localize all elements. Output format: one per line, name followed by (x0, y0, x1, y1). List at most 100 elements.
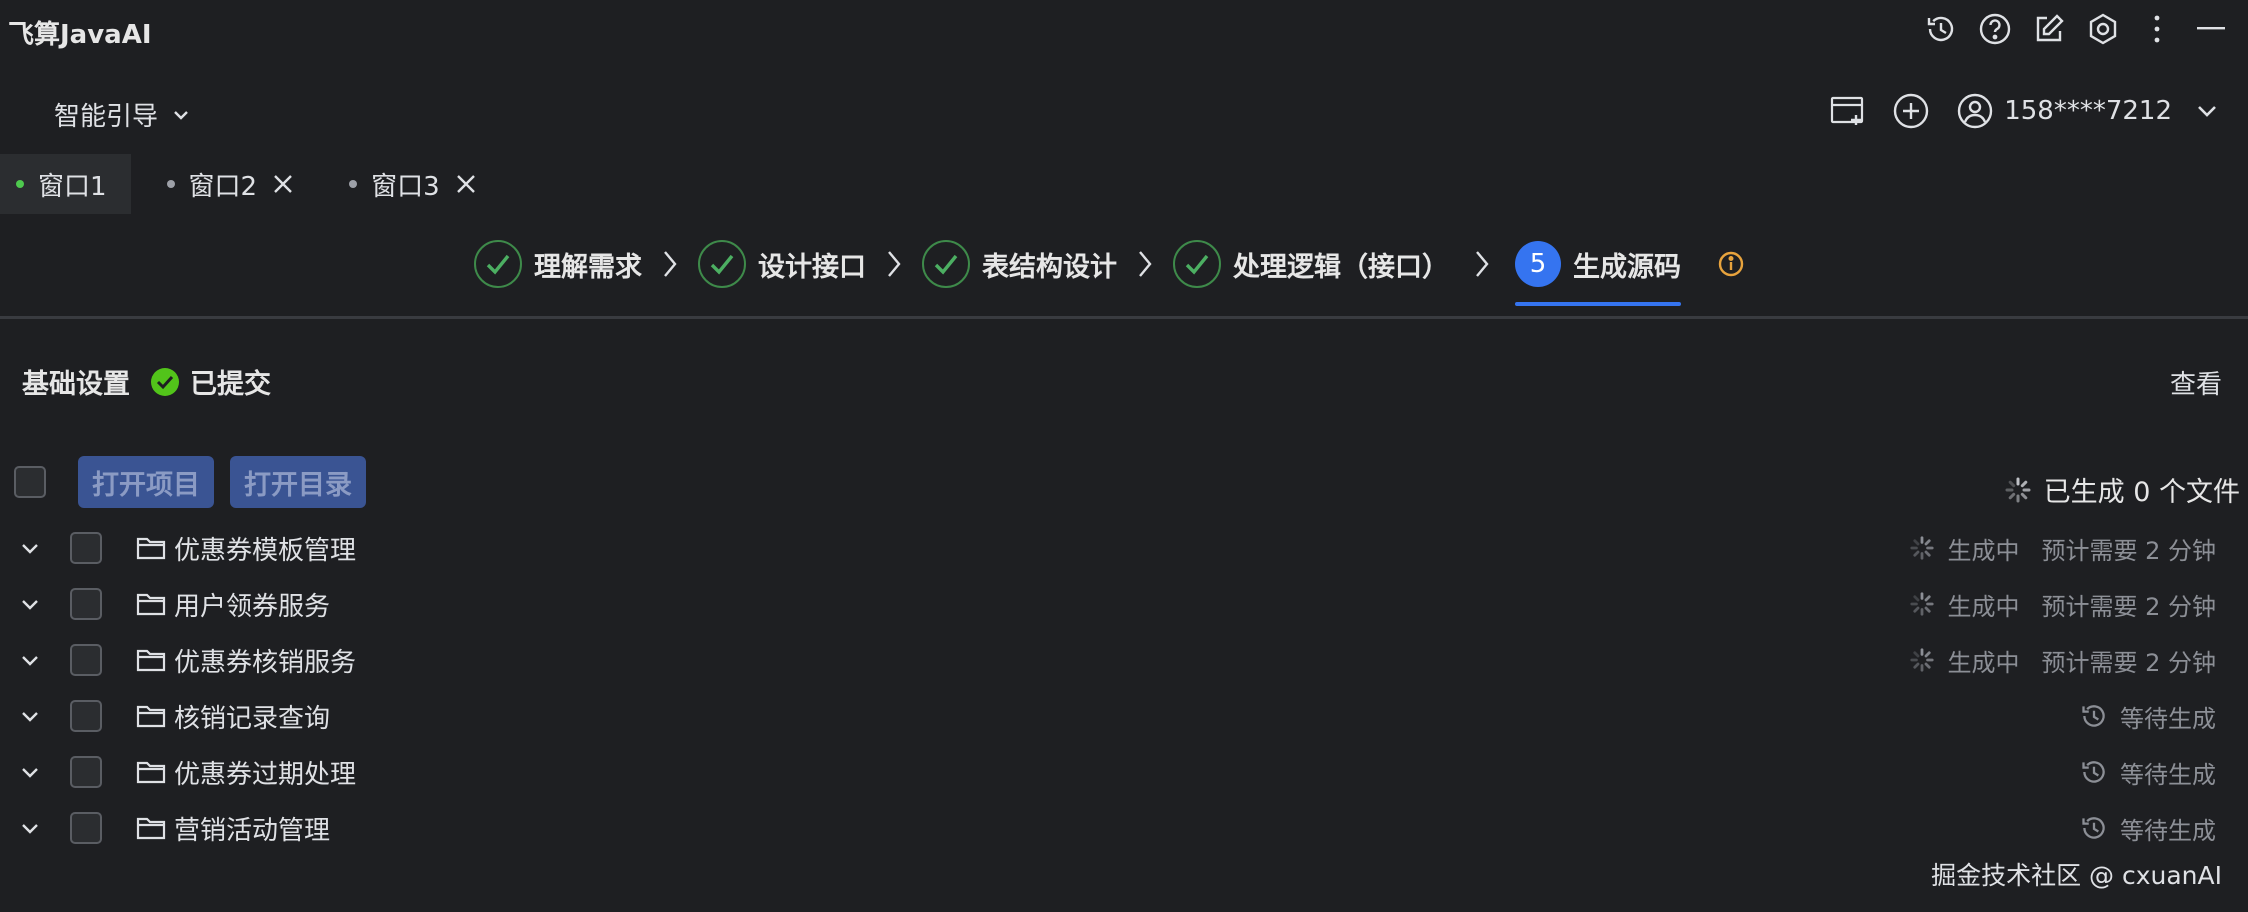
chevron-down-icon[interactable] (16, 702, 44, 730)
info-icon[interactable] (1717, 250, 1745, 278)
base-settings-header: 基础设置 已提交 (22, 362, 271, 401)
list-item[interactable]: 优惠券过期处理 等待生成 (0, 744, 2248, 800)
view-link[interactable]: 查看 (2170, 364, 2222, 401)
status-label: 等待生成 (2120, 760, 2216, 789)
step-understand-requirements[interactable]: 理解需求 (474, 236, 642, 292)
step-label: 设计接口 (758, 251, 866, 283)
generated-count-label: 已生成 0 个文件 (2043, 477, 2240, 508)
close-icon[interactable] (454, 172, 478, 196)
check-circle-icon (150, 367, 180, 397)
chevron-right-icon (642, 249, 698, 279)
chevron-down-icon[interactable] (16, 758, 44, 786)
help-icon[interactable] (1978, 12, 2012, 46)
open-project-button[interactable]: 打开项目 (78, 456, 214, 508)
check-icon (698, 240, 746, 288)
row-checkbox[interactable] (70, 700, 102, 732)
step-number: 5 (1515, 241, 1561, 287)
submitted-badge: 已提交 (150, 362, 271, 401)
add-icon[interactable] (1892, 92, 1930, 130)
module-status: 生成中 预计需要 2 分钟 (1909, 643, 2216, 678)
new-window-icon[interactable] (1830, 95, 1866, 127)
chevron-down-icon[interactable] (16, 814, 44, 842)
history-icon (2080, 702, 2108, 730)
row-checkbox[interactable] (70, 588, 102, 620)
module-name: 优惠券核销服务 (174, 647, 357, 678)
chevron-down-icon[interactable] (16, 646, 44, 674)
step-label: 理解需求 (534, 251, 642, 283)
list-item[interactable]: 核销记录查询 等待生成 (0, 688, 2248, 744)
row-checkbox[interactable] (70, 532, 102, 564)
more-icon[interactable] (2140, 12, 2174, 46)
status-label: 生成中 (1947, 592, 2020, 621)
minimize-icon[interactable] (2194, 12, 2228, 46)
close-icon[interactable] (271, 172, 295, 196)
spinner-icon (1909, 647, 1935, 673)
stepper-divider (0, 316, 2248, 319)
guide-dropdown[interactable]: 智能引导 (54, 96, 190, 133)
app-title: 飞算JavaAI (8, 20, 152, 50)
module-name: 优惠券模板管理 (174, 535, 357, 566)
status-label: 生成中 (1947, 536, 2020, 565)
spinner-icon (1909, 591, 1935, 617)
step-process-logic[interactable]: 处理逻辑（接口） (1173, 236, 1449, 292)
chevron-down-icon (172, 109, 190, 121)
chevron-down-icon[interactable] (16, 534, 44, 562)
check-icon (1173, 240, 1221, 288)
folder-icon (136, 647, 166, 673)
step-label: 表结构设计 (982, 251, 1117, 283)
settings-icon[interactable] (2086, 12, 2120, 46)
tab-label: 窗口3 (371, 171, 440, 202)
tab-label: 窗口1 (38, 171, 107, 202)
row-checkbox[interactable] (70, 644, 102, 676)
folder-icon (136, 591, 166, 617)
status-label: 等待生成 (2120, 816, 2216, 845)
module-name: 优惠券过期处理 (174, 759, 357, 790)
status-label: 生成中 (1947, 648, 2020, 677)
chevron-right-icon (1117, 249, 1173, 279)
module-status: 等待生成 (2080, 811, 2216, 846)
module-name: 核销记录查询 (174, 703, 331, 734)
open-directory-button[interactable]: 打开目录 (230, 456, 366, 508)
folder-icon (136, 703, 166, 729)
spinner-icon (1909, 535, 1935, 561)
generation-toolbar: 打开项目 打开目录 (14, 456, 366, 508)
guide-actions: 158****7212 (1830, 92, 2218, 130)
history-icon[interactable] (1924, 12, 1958, 46)
row-checkbox[interactable] (70, 812, 102, 844)
chevron-right-icon (866, 249, 922, 279)
step-generate-source[interactable]: 5 生成源码 (1515, 236, 1681, 306)
check-icon (922, 240, 970, 288)
tab-window-1[interactable]: 窗口1 (0, 154, 131, 214)
step-design-api[interactable]: 设计接口 (698, 236, 866, 292)
tab-status-dot (349, 180, 358, 188)
tab-window-2[interactable]: 窗口2 (131, 154, 320, 214)
module-status: 等待生成 (2080, 755, 2216, 790)
guide-label: 智能引导 (54, 102, 159, 132)
list-item[interactable]: 用户领券服务 生成中 预计需要 2 分钟 (0, 576, 2248, 632)
generated-count: 已生成 0 个文件 (2004, 470, 2240, 509)
tab-window-3[interactable]: 窗口3 (319, 154, 502, 214)
module-list: 优惠券模板管理 生成中 预计需要 2 分钟 用户领券服务 生成中 预计需要 2 … (0, 520, 2248, 856)
module-name: 营销活动管理 (174, 815, 331, 846)
tab-label: 窗口2 (188, 171, 258, 202)
history-icon (2080, 814, 2108, 842)
list-item[interactable]: 营销活动管理 等待生成 (0, 800, 2248, 856)
select-all-checkbox[interactable] (14, 466, 46, 498)
eta-label: 预计需要 2 分钟 (2041, 536, 2216, 565)
list-item[interactable]: 优惠券核销服务 生成中 预计需要 2 分钟 (0, 632, 2248, 688)
module-status: 生成中 预计需要 2 分钟 (1909, 587, 2216, 622)
edit-icon[interactable] (2032, 12, 2066, 46)
tab-status-dot (166, 180, 175, 188)
user-menu[interactable]: 158****7212 (1956, 92, 2218, 130)
eta-label: 预计需要 2 分钟 (2041, 592, 2216, 621)
check-icon (474, 240, 522, 288)
step-label: 处理逻辑（接口） (1233, 251, 1449, 283)
list-item[interactable]: 优惠券模板管理 生成中 预计需要 2 分钟 (0, 520, 2248, 576)
row-checkbox[interactable] (70, 756, 102, 788)
history-icon (2080, 758, 2108, 786)
module-name: 用户领券服务 (174, 591, 331, 622)
progress-stepper: 理解需求 设计接口 表结构设计 处理逻辑（接口） 5 生成源码 (474, 236, 1745, 306)
step-table-design[interactable]: 表结构设计 (922, 236, 1117, 292)
chevron-down-icon[interactable] (16, 590, 44, 618)
module-status: 生成中 预计需要 2 分钟 (1909, 531, 2216, 566)
